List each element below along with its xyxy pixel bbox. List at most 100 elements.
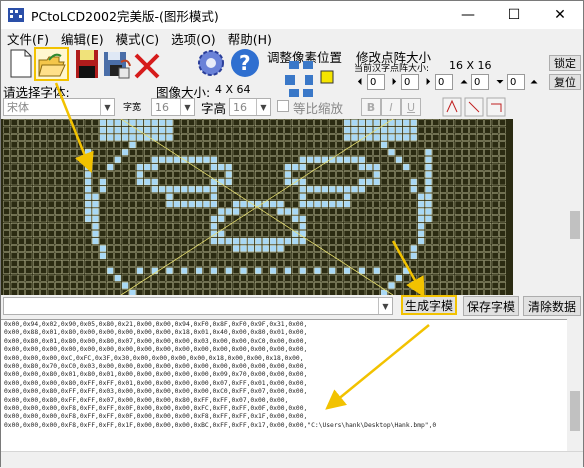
pixel-cell[interactable] xyxy=(33,215,40,223)
pixel-cell[interactable] xyxy=(491,134,499,141)
pixel-cell[interactable] xyxy=(292,126,299,134)
pixel-cell[interactable] xyxy=(210,260,218,267)
pixel-cell[interactable] xyxy=(499,215,506,223)
pixel-cell[interactable] xyxy=(173,274,181,282)
pixel-cell[interactable] xyxy=(158,230,166,237)
pixel-cell[interactable] xyxy=(77,245,84,252)
pixel-cell[interactable] xyxy=(425,193,432,200)
pixel-cell[interactable] xyxy=(417,149,425,156)
pixel-cell[interactable] xyxy=(351,208,358,215)
pixel-cell[interactable] xyxy=(358,208,366,215)
pixel-cell[interactable] xyxy=(62,215,70,223)
pixel-cell[interactable] xyxy=(395,193,403,200)
pixel-cell[interactable] xyxy=(70,282,77,289)
pixel-cell[interactable] xyxy=(218,267,225,274)
pixel-cell[interactable] xyxy=(484,223,491,230)
pixel-cell[interactable] xyxy=(203,193,210,200)
pixel-cell[interactable] xyxy=(336,223,343,230)
pixel-cell[interactable] xyxy=(491,215,499,223)
pixel-cell[interactable] xyxy=(181,134,188,141)
pixel-cell[interactable] xyxy=(440,186,447,193)
pixel-cell[interactable] xyxy=(321,230,329,237)
pixel-cell[interactable] xyxy=(329,141,336,149)
pixel-cell[interactable] xyxy=(425,163,432,171)
pixel-cell[interactable] xyxy=(195,141,203,149)
pixel-cell[interactable] xyxy=(388,178,395,186)
pixel-cell[interactable] xyxy=(358,141,366,149)
pixel-cell[interactable] xyxy=(491,193,499,200)
pixel-cell[interactable] xyxy=(388,274,395,282)
pixel-cell[interactable] xyxy=(292,119,299,126)
pixel-cell[interactable] xyxy=(247,126,255,134)
pixel-cell[interactable] xyxy=(314,215,321,223)
pixel-cell[interactable] xyxy=(62,282,70,289)
pixel-cell[interactable] xyxy=(151,149,158,156)
pixel-cell[interactable] xyxy=(158,200,166,208)
pixel-cell[interactable] xyxy=(336,186,343,193)
pixel-cell[interactable] xyxy=(366,178,373,186)
pixel-cell[interactable] xyxy=(232,156,240,163)
pixel-cell[interactable] xyxy=(284,149,292,156)
pixel-cell[interactable] xyxy=(77,215,84,223)
pixel-cell[interactable] xyxy=(129,252,136,260)
pixel-cell[interactable] xyxy=(306,230,314,237)
pixel-cell[interactable] xyxy=(454,134,462,141)
pixel-cell[interactable] xyxy=(18,208,25,215)
pixel-cell[interactable] xyxy=(40,149,47,156)
pixel-cell[interactable] xyxy=(454,215,462,223)
pixel-cell[interactable] xyxy=(299,260,306,267)
pixel-cell[interactable] xyxy=(70,260,77,267)
pixel-cell[interactable] xyxy=(380,200,388,208)
pixel-cell[interactable] xyxy=(403,282,410,289)
pixel-cell[interactable] xyxy=(440,126,447,134)
pixel-cell[interactable] xyxy=(107,171,114,178)
pixel-cell[interactable] xyxy=(299,215,306,223)
pixel-cell[interactable] xyxy=(425,149,432,156)
pixel-cell[interactable] xyxy=(262,171,269,178)
pixel-cell[interactable] xyxy=(10,186,18,193)
pixel-cell[interactable] xyxy=(462,282,469,289)
pixel-cell[interactable] xyxy=(373,178,380,186)
pixel-cell[interactable] xyxy=(84,134,92,141)
pixel-cell[interactable] xyxy=(410,245,417,252)
pixel-cell[interactable] xyxy=(18,134,25,141)
pixel-cell[interactable] xyxy=(33,178,40,186)
pixel-cell[interactable] xyxy=(425,126,432,134)
pixel-cell[interactable] xyxy=(484,230,491,237)
pixel-cell[interactable] xyxy=(144,163,151,171)
pixel-cell[interactable] xyxy=(447,245,454,252)
pixel-cell[interactable] xyxy=(373,193,380,200)
pixel-cell[interactable] xyxy=(388,186,395,193)
pixel-cell[interactable] xyxy=(114,126,121,134)
pixel-cell[interactable] xyxy=(92,134,99,141)
maximize-button[interactable]: ☐ xyxy=(491,1,537,29)
pixel-cell[interactable] xyxy=(284,267,292,274)
pixel-cell[interactable] xyxy=(203,141,210,149)
pixel-cell[interactable] xyxy=(484,245,491,252)
pixel-cell[interactable] xyxy=(277,156,284,163)
pixel-cell[interactable] xyxy=(62,193,70,200)
pixel-cell[interactable] xyxy=(47,171,55,178)
pixel-cell[interactable] xyxy=(203,126,210,134)
pixel-cell[interactable] xyxy=(240,267,247,274)
menu-help[interactable]: 帮助(H) xyxy=(222,29,278,48)
pixel-cell[interactable] xyxy=(499,156,506,163)
pixel-cell[interactable] xyxy=(203,252,210,260)
pixel-cell[interactable] xyxy=(129,156,136,163)
pixel-cell[interactable] xyxy=(40,134,47,141)
pixel-cell[interactable] xyxy=(373,200,380,208)
pixel-cell[interactable] xyxy=(432,178,440,186)
pixel-cell[interactable] xyxy=(47,267,55,274)
pixel-cell[interactable] xyxy=(144,208,151,215)
pixel-cell[interactable] xyxy=(454,267,462,274)
pixel-cell[interactable] xyxy=(358,245,366,252)
pixel-cell[interactable] xyxy=(136,215,144,223)
pixel-cell[interactable] xyxy=(262,274,269,282)
pixel-cell[interactable] xyxy=(499,171,506,178)
pixel-cell[interactable] xyxy=(129,274,136,282)
pixel-cell[interactable] xyxy=(499,245,506,252)
pixel-cell[interactable] xyxy=(366,126,373,134)
pixel-cell[interactable] xyxy=(47,134,55,141)
pixel-cell[interactable] xyxy=(55,141,62,149)
pixel-cell[interactable] xyxy=(210,193,218,200)
